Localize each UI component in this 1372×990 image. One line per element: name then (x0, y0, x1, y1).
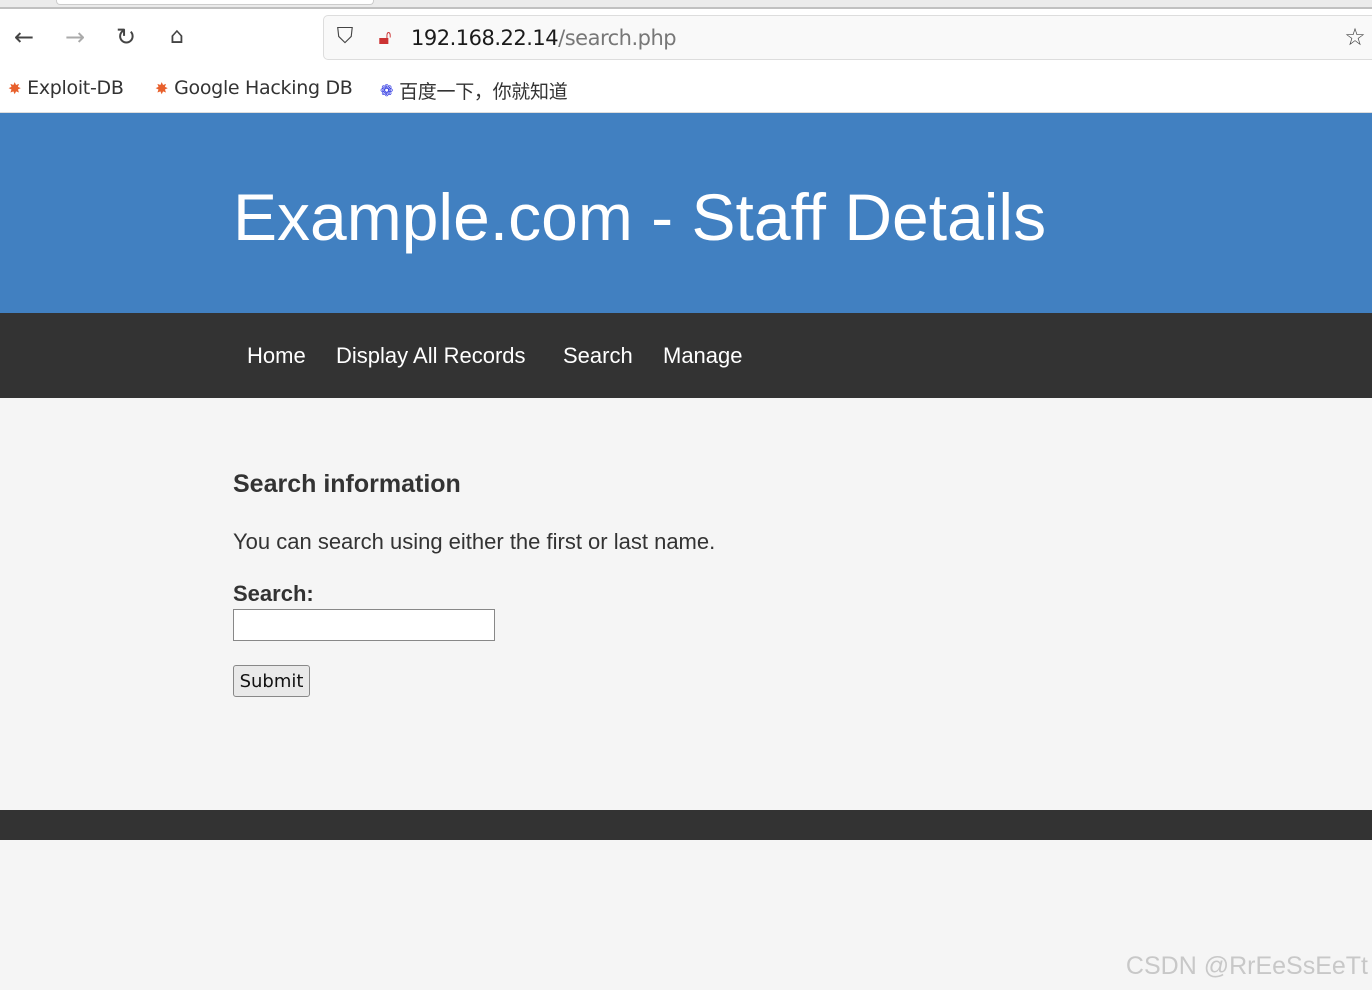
nav-display-all-records[interactable]: Display All Records (336, 343, 526, 369)
submit-button[interactable]: Submit (233, 665, 310, 697)
bookmark-label: Exploit-DB (27, 77, 124, 99)
section-heading: Search information (233, 470, 461, 498)
bookmark-google-hacking-db[interactable]: ✸ Google Hacking DB (155, 77, 353, 99)
bookmarks-bar: ✸ Exploit-DB ✸ Google Hacking DB ❁ 百度一下，你就知… (0, 67, 1372, 113)
search-input[interactable] (233, 609, 495, 641)
bookmark-star-icon[interactable]: ☆ (1342, 24, 1368, 50)
search-section: Search information You can search using … (233, 470, 715, 697)
back-icon[interactable]: ← (11, 24, 37, 50)
nav-manage[interactable]: Manage (663, 343, 743, 369)
nav-search[interactable]: Search (563, 343, 633, 369)
nav-home[interactable]: Home (247, 343, 306, 369)
insecure-lock-icon[interactable]: 🔓︎ (372, 24, 398, 50)
browser-toolbar: ← → ↻ ⌂ ⛉ 🔓︎ 192.168.22.14/search.php ☆ (0, 9, 1372, 67)
home-icon[interactable]: ⌂ (164, 24, 190, 50)
url-text[interactable]: 192.168.22.14/search.php (411, 26, 677, 50)
site-header: Example.com - Staff Details (0, 113, 1372, 313)
url-path: /search.php (558, 26, 677, 50)
site-title: Example.com - Staff Details (233, 180, 1047, 254)
reload-icon[interactable]: ↻ (113, 24, 139, 50)
url-host: 192.168.22.14 (411, 26, 559, 50)
site-footer (0, 810, 1372, 840)
bookmark-baidu[interactable]: ❁ 百度一下，你就知道 (380, 77, 568, 104)
search-description: You can search using either the first or… (233, 529, 716, 554)
search-label: Search: (233, 581, 314, 606)
site-nav: Home Display All Records Search Manage (0, 313, 1372, 398)
active-tab[interactable] (56, 0, 374, 5)
url-bar[interactable]: ⛉ 🔓︎ 192.168.22.14/search.php ☆ (323, 15, 1372, 60)
shield-icon[interactable]: ⛉ (332, 24, 358, 50)
bookmark-exploit-db[interactable]: ✸ Exploit-DB (8, 77, 124, 99)
bug-icon: ✸ (155, 78, 169, 98)
bookmark-label: Google Hacking DB (174, 77, 353, 99)
watermark: CSDN @RrEeSsEeTt (1125, 952, 1368, 980)
paw-icon: ❁ (380, 81, 394, 100)
forward-icon[interactable]: → (62, 24, 88, 50)
bookmark-label: 百度一下，你就知道 (399, 81, 568, 103)
tab-strip (0, 0, 1372, 9)
bug-icon: ✸ (8, 78, 22, 98)
